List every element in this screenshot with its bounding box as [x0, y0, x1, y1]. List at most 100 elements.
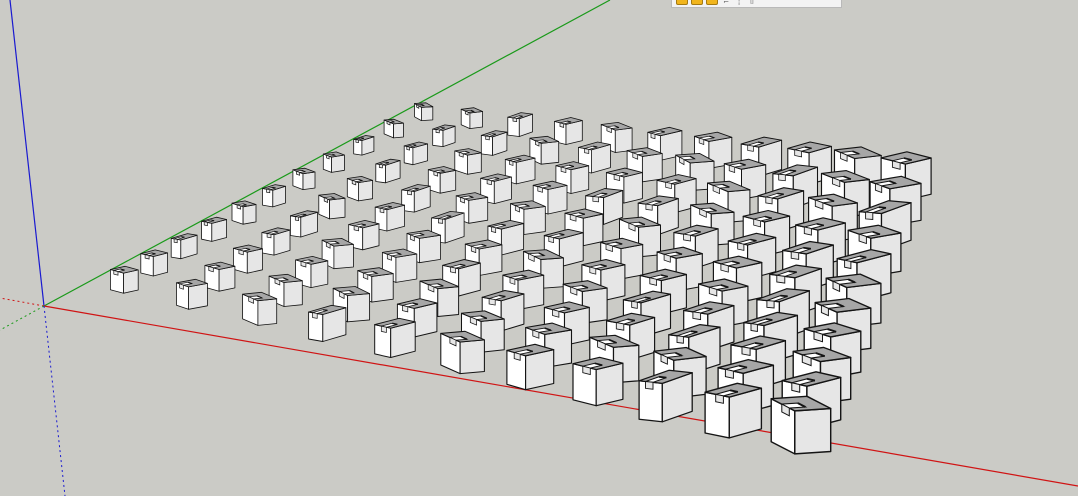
cube: [506, 343, 555, 391]
cube-notch-wall: [747, 144, 754, 152]
cube-right-face: [371, 273, 394, 303]
cube: [383, 118, 404, 139]
cube-notch-wall: [803, 226, 812, 236]
cube: [204, 261, 236, 292]
toolbar-glyph-2-icon[interactable]: ¦: [734, 0, 744, 5]
cube-right-face: [418, 234, 441, 264]
cube-notch-wall: [791, 382, 801, 393]
cube-notch-wall: [380, 325, 387, 333]
cube: [507, 112, 533, 137]
cube: [232, 244, 263, 274]
cube: [231, 200, 257, 225]
cube-notch-edge: [413, 144, 417, 146]
cube: [554, 117, 583, 145]
cube-notch-wall: [584, 148, 590, 154]
cube: [242, 291, 278, 326]
cube-notch-wall: [266, 233, 272, 239]
cube-right-face: [540, 141, 560, 165]
cube-notch-wall: [238, 249, 244, 256]
cube-notch-wall: [435, 129, 440, 134]
cube: [292, 167, 316, 191]
cube-right-face: [614, 127, 633, 153]
cube-notch-wall: [631, 300, 638, 309]
cube-notch-wall: [509, 160, 514, 166]
cube-right-face: [459, 339, 485, 375]
cube-notch-wall: [486, 179, 492, 186]
cube-right-face: [469, 111, 484, 130]
cube-notch-wall: [560, 166, 567, 174]
cube-notch-edge: [446, 215, 452, 217]
cube-right-face: [641, 153, 663, 183]
cube-right-face: [333, 243, 354, 270]
cube-notch-edge: [757, 141, 764, 144]
cube-right-face: [188, 282, 208, 310]
cube-notch-wall: [715, 393, 724, 404]
cube-notch-wall: [645, 380, 654, 390]
toolbar-glyph-3-icon[interactable]: ⌷: [747, 0, 757, 5]
cube: [401, 184, 431, 213]
cube-notch-wall: [353, 225, 359, 232]
toolbar-button-1[interactable]: [676, 0, 688, 5]
cube-right-face: [794, 407, 832, 455]
cube-notch-edge: [601, 192, 608, 195]
cube-notch-wall: [665, 181, 672, 190]
cube-right-face: [347, 293, 371, 323]
cube-right-face: [329, 197, 346, 220]
cube-notch-wall: [676, 335, 684, 344]
cube-right-face: [283, 280, 303, 307]
cube: [403, 141, 429, 166]
cube-right-face: [523, 206, 546, 235]
cube-notch-wall: [776, 274, 786, 284]
cube-notch-wall: [589, 266, 597, 275]
cube-notch-wall: [355, 139, 359, 144]
cube-notch-wall: [266, 188, 271, 194]
cube: [427, 166, 457, 194]
cube-right-face: [246, 248, 263, 274]
cube: [480, 130, 508, 156]
cube-notch-edge: [655, 200, 662, 203]
cube-right-face: [623, 172, 643, 204]
cube-notch-wall: [766, 300, 775, 309]
cube-notch-edge: [518, 115, 523, 117]
cube-notch-edge: [414, 187, 419, 190]
cube-right-face: [582, 213, 604, 247]
cube-notch-edge: [210, 219, 215, 222]
cube-notch-edge: [593, 145, 598, 148]
cube-notch-wall: [537, 186, 543, 193]
cube-notch-wall: [750, 323, 758, 333]
cube-notch-wall: [402, 304, 409, 313]
cube-notch-wall: [548, 236, 554, 244]
cube-notch-wall: [865, 211, 874, 220]
toolbar-button-2[interactable]: [691, 0, 703, 5]
cube: [176, 278, 208, 310]
cube-notch-wall: [683, 233, 691, 242]
cube: [375, 158, 401, 184]
toolbar-glyph-1-icon[interactable]: ⌐: [721, 0, 731, 5]
cube-notch-wall: [692, 311, 702, 321]
cube-notch-wall: [407, 190, 412, 196]
cube-notch-wall: [552, 309, 560, 318]
cube-notch-edge: [302, 213, 307, 216]
cube-right-face: [357, 179, 374, 202]
cube-notch-wall: [645, 203, 653, 211]
cube-right-face: [525, 349, 555, 391]
cube-notch-edge: [272, 186, 276, 189]
cube-notch-wall: [649, 277, 657, 286]
cube-notch-wall: [326, 154, 330, 160]
cube: [346, 175, 374, 202]
cube-right-face: [466, 152, 482, 175]
cube-notch-wall: [513, 351, 521, 361]
toolbar-button-3[interactable]: [706, 0, 718, 5]
modeling-viewport[interactable]: [0, 0, 1078, 496]
cube-notch-wall: [433, 170, 439, 177]
cube-right-face: [310, 260, 329, 289]
cube-notch-edge: [878, 206, 887, 209]
cube: [572, 356, 624, 407]
cube: [110, 265, 139, 294]
cube-notch-wall: [615, 322, 625, 331]
cube-right-face: [413, 302, 438, 338]
cube-notch-wall: [592, 196, 599, 203]
toolbar: ⌐ ¦ ⌷: [671, 0, 842, 8]
cube-right-face: [257, 298, 278, 326]
cube-notch-wall: [488, 298, 496, 306]
